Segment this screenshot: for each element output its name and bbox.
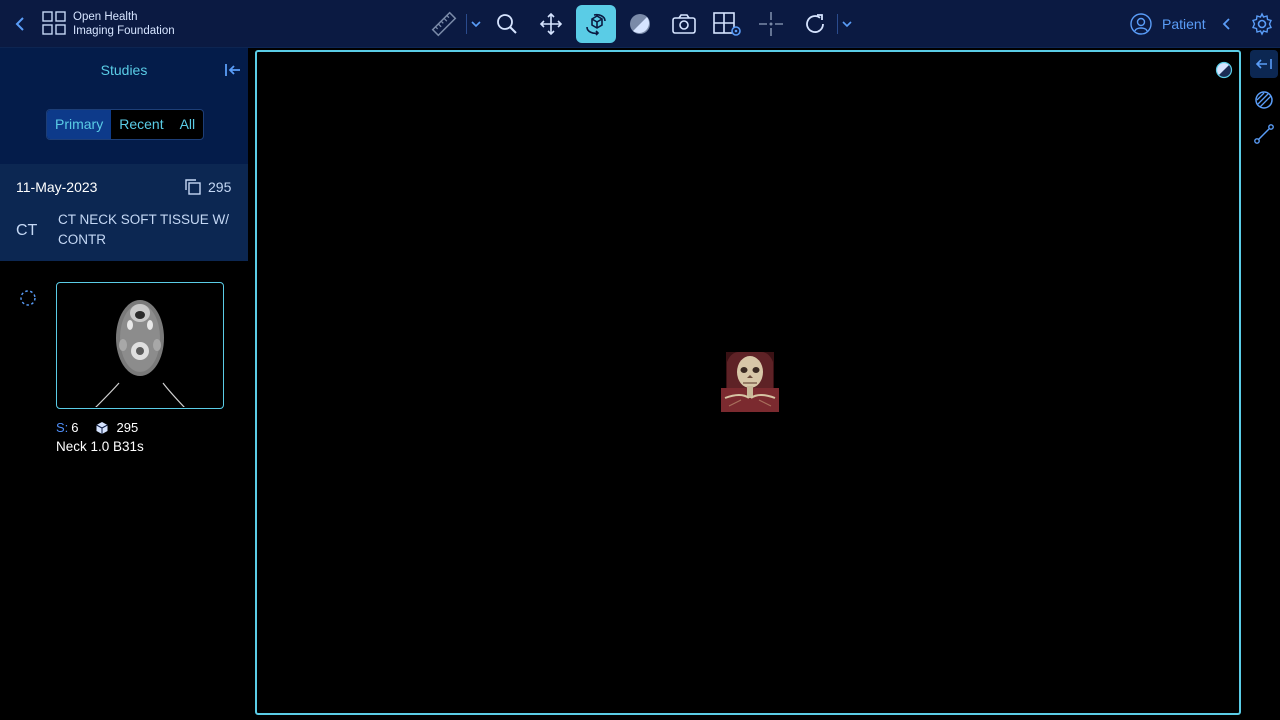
tab-primary[interactable]: Primary xyxy=(47,110,112,139)
toolbar-divider xyxy=(837,14,838,34)
segmentation-icon xyxy=(1255,91,1273,109)
ct-slice-image xyxy=(94,300,186,408)
series-number: 6 xyxy=(71,420,79,435)
loading-status-icon xyxy=(20,290,36,306)
pan-tool-button[interactable] xyxy=(531,5,571,43)
study-description: CT NECK SOFT TISSUE W/ CONTR xyxy=(58,212,230,247)
chevron-left-icon xyxy=(15,17,24,31)
more-tools-dropdown[interactable] xyxy=(839,5,855,43)
user-icon xyxy=(1130,13,1152,35)
crosshairs-tool-button[interactable] xyxy=(751,5,791,43)
measurements-panel-button[interactable] xyxy=(1250,120,1278,148)
chevron-left-icon xyxy=(1222,18,1230,30)
expand-left-icon xyxy=(1255,59,1272,69)
magnifier-icon xyxy=(497,14,517,34)
measure-tool-dropdown[interactable] xyxy=(468,5,484,43)
expand-right-panel-button[interactable] xyxy=(1250,50,1278,78)
move-arrows-icon xyxy=(539,12,563,36)
brand-line-1: Open Health xyxy=(73,11,138,23)
back-button[interactable] xyxy=(10,14,30,34)
cube-icon xyxy=(95,421,108,434)
patient-label: Patient xyxy=(1162,16,1206,32)
layout-tool-button[interactable] xyxy=(707,5,747,43)
tab-all[interactable]: All xyxy=(172,110,204,139)
brand-name: Open Health Imaging Foundation xyxy=(73,10,175,38)
brand-line-2: Imaging Foundation xyxy=(73,25,175,37)
series-instance-count: 295 xyxy=(116,420,139,435)
measure-tool-button[interactable] xyxy=(424,5,464,43)
tab-recent[interactable]: Recent xyxy=(111,110,171,139)
crosshair-icon xyxy=(759,12,783,36)
study-filter-tabs: Primary Recent All xyxy=(46,109,205,140)
studies-panel-header: Studies Primary Recent All xyxy=(0,48,248,164)
study-modality: CT xyxy=(16,222,38,239)
reset-rotate-icon xyxy=(806,14,824,33)
layout-grid-gear-icon xyxy=(713,12,741,36)
gear-icon xyxy=(1252,12,1272,36)
toolbar-divider xyxy=(466,14,467,34)
patient-info-toggle[interactable]: Patient xyxy=(1130,12,1234,36)
ohif-logo xyxy=(42,11,66,35)
collapse-panel-button[interactable] xyxy=(224,61,242,79)
measurement-line-icon xyxy=(1254,124,1274,144)
collapse-left-icon xyxy=(225,64,240,76)
study-item[interactable]: 11-May-2023 295 CT CT NECK SOFT TISSUE W… xyxy=(0,164,248,261)
contrast-icon xyxy=(630,14,650,34)
rotate-3d-tool-button[interactable] xyxy=(576,5,616,43)
studies-panel: Studies Primary Recent All 11-May-2023 2… xyxy=(0,48,248,720)
capture-tool-button[interactable] xyxy=(664,5,704,43)
series-number-label: S: xyxy=(56,420,69,435)
segmentation-panel-button[interactable] xyxy=(1250,86,1278,114)
study-instance-count: 295 xyxy=(208,179,232,195)
viewport[interactable] xyxy=(255,50,1241,715)
right-panel-strip xyxy=(1248,48,1280,720)
studies-title: Studies xyxy=(100,62,148,78)
settings-button[interactable] xyxy=(1250,12,1274,36)
study-date: 11-May-2023 xyxy=(16,179,98,195)
camera-icon xyxy=(672,14,696,34)
series-meta: S: 6 295 xyxy=(56,420,138,435)
reset-tool-button[interactable] xyxy=(795,5,835,43)
volume-render-image xyxy=(721,352,779,412)
zoom-tool-button[interactable] xyxy=(487,5,527,43)
ruler-icon xyxy=(431,11,457,37)
rotate-3d-icon xyxy=(586,13,606,36)
chevron-down-icon xyxy=(471,21,481,28)
contrast-icon xyxy=(1215,61,1233,79)
chevron-down-icon xyxy=(842,21,852,28)
stack-icon xyxy=(185,179,201,195)
series-description: Neck 1.0 B31s xyxy=(56,439,144,454)
top-toolbar: Open Health Imaging Foundation Patient xyxy=(0,0,1280,48)
window-level-tool-button[interactable] xyxy=(620,5,660,43)
series-thumbnail[interactable] xyxy=(56,282,224,409)
viewport-window-level-button[interactable] xyxy=(1215,61,1233,79)
